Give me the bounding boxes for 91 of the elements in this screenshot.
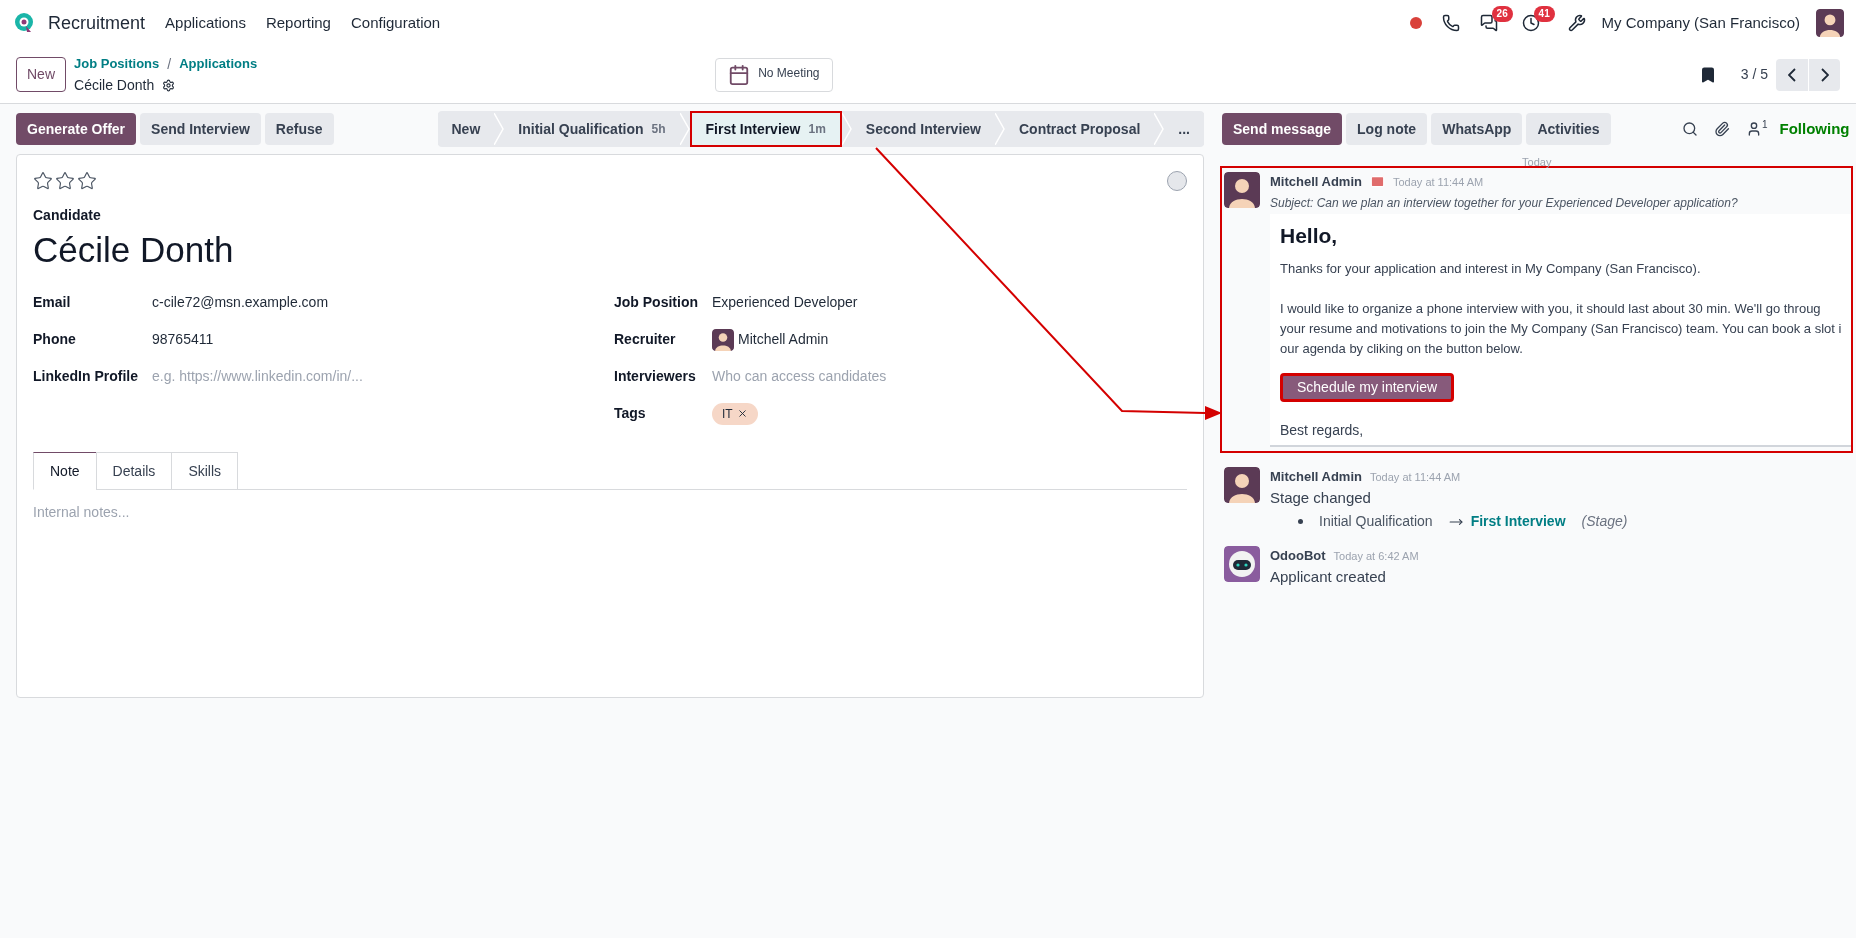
old-value: Initial Qualification bbox=[1319, 512, 1433, 531]
action-button[interactable]: Generate Offer bbox=[16, 113, 137, 145]
user-avatar bbox=[1224, 467, 1260, 503]
message-time: Today at 6:42 AM bbox=[1333, 548, 1419, 564]
menu-item[interactable]: Configuration bbox=[350, 11, 441, 35]
new-button[interactable]: New bbox=[16, 57, 66, 92]
calendar-icon bbox=[728, 63, 751, 86]
note-field[interactable]: Internal notes... bbox=[33, 502, 1187, 562]
field-value[interactable]: 98765411 bbox=[152, 329, 214, 350]
date-separator: Today bbox=[1521, 155, 1553, 170]
stage-separator bbox=[494, 113, 505, 145]
bullet-icon bbox=[1298, 519, 1303, 524]
previous-button[interactable] bbox=[1776, 58, 1808, 91]
stage-separator bbox=[994, 113, 1005, 145]
stage-separator bbox=[679, 113, 690, 145]
breadcrumb-link[interactable]: Applications bbox=[179, 54, 258, 74]
chat-icon[interactable] bbox=[1479, 14, 1498, 32]
field-value[interactable]: c-cile72@msn.example.com bbox=[152, 292, 329, 313]
app-name[interactable]: Recruitment bbox=[48, 9, 146, 37]
stage-separator bbox=[841, 113, 852, 145]
message-time: Today at 11:44 AM bbox=[1392, 174, 1484, 190]
field-value[interactable]: Experienced Developer bbox=[712, 292, 858, 313]
settings-icon[interactable] bbox=[162, 78, 176, 92]
field-label: LinkedIn Profile bbox=[33, 367, 139, 386]
pager-value[interactable]: 3 / 5 bbox=[1740, 64, 1768, 85]
action-button[interactable]: Refuse bbox=[264, 113, 334, 145]
bot-avatar bbox=[1224, 546, 1260, 582]
menu-item[interactable]: Reporting bbox=[265, 11, 331, 35]
envelope-icon bbox=[1369, 174, 1385, 190]
email-text: Best regards, bbox=[1280, 421, 1365, 440]
message-body: Stage changed bbox=[1270, 487, 1372, 508]
record-name: Cécile Donth bbox=[74, 75, 155, 95]
chatter-button[interactable]: Log note bbox=[1346, 113, 1428, 145]
field-label: Job Position bbox=[614, 293, 699, 312]
action-button[interactable]: Send Interview bbox=[140, 113, 261, 145]
field-label: Interviewers bbox=[614, 367, 697, 386]
tab[interactable]: Details bbox=[95, 452, 173, 490]
tab[interactable]: Note bbox=[33, 452, 97, 490]
email-text: our agenda by cliking on the button below. bbox=[1280, 340, 1524, 358]
clock-icon[interactable] bbox=[1521, 14, 1540, 32]
email-text: I would like to organize a phone interview with you, it should last about 30 min. We'll go throug bbox=[1280, 300, 1822, 318]
chevron-right-icon bbox=[1820, 67, 1829, 82]
field-name: (Stage) bbox=[1581, 512, 1628, 531]
message-author[interactable]: OdooBot bbox=[1270, 546, 1326, 566]
field-label: Tags bbox=[614, 404, 647, 423]
meeting-button[interactable]: No Meeting bbox=[715, 57, 833, 92]
schedule-button[interactable]: Schedule my interview bbox=[1280, 373, 1455, 402]
count-badge: 41 bbox=[1533, 6, 1555, 22]
message-author[interactable]: Mitchell Admin bbox=[1270, 467, 1362, 487]
candidate-name: Cécile Donth bbox=[33, 229, 235, 271]
wrench-icon[interactable] bbox=[1567, 14, 1586, 32]
field-label: Email bbox=[33, 293, 72, 312]
paperclip-icon[interactable] bbox=[1713, 121, 1730, 137]
search-icon[interactable] bbox=[1681, 121, 1698, 137]
input-field[interactable]: e.g. https://www.linkedin.com/in/... bbox=[152, 366, 452, 387]
breadcrumb-link[interactable]: Job Positions bbox=[74, 54, 160, 74]
email-text: Thanks for your application and interest in My Company (San Francisco). bbox=[1280, 260, 1702, 278]
menu-item[interactable]: Applications bbox=[165, 11, 246, 35]
field-label: Phone bbox=[33, 330, 77, 349]
input-field[interactable]: Who can access candidates bbox=[712, 366, 1012, 387]
message-body: Applicant created bbox=[1270, 566, 1387, 587]
tab[interactable]: Skills bbox=[171, 452, 239, 490]
message-subject: Subject: Can we plan an interview together for your Experienced Developer application? bbox=[1270, 194, 1739, 212]
following-link[interactable]: Following bbox=[1779, 117, 1850, 141]
chatter-button[interactable]: Activities bbox=[1526, 113, 1611, 145]
app-logo-icon[interactable] bbox=[12, 11, 36, 35]
star-rating[interactable] bbox=[33, 171, 97, 191]
chatter-button[interactable]: WhatsApp bbox=[1431, 113, 1523, 145]
phone-icon[interactable] bbox=[1441, 14, 1460, 32]
message-time: Today at 11:44 AM bbox=[1369, 469, 1461, 485]
field-label: Candidate bbox=[33, 206, 102, 225]
stage-button[interactable]: First Interview 1m bbox=[691, 113, 840, 145]
user-avatar bbox=[712, 328, 734, 351]
remove-icon[interactable] bbox=[736, 408, 748, 419]
chevron-left-icon bbox=[1788, 67, 1796, 82]
message-author[interactable]: Mitchell Admin bbox=[1270, 172, 1362, 192]
next-button[interactable] bbox=[1808, 58, 1840, 91]
stage-separator bbox=[1154, 113, 1165, 145]
user-avatar bbox=[1224, 172, 1260, 208]
field-label: Recruiter bbox=[614, 330, 677, 349]
email-greeting: Hello, bbox=[1280, 222, 1339, 249]
tag[interactable]: IT bbox=[712, 402, 758, 425]
breadcrumb-separator: / bbox=[167, 54, 172, 74]
count-badge: 26 bbox=[1491, 6, 1513, 22]
company-switcher[interactable]: My Company (San Francisco) bbox=[1601, 11, 1800, 35]
user-avatar[interactable] bbox=[1816, 9, 1844, 37]
new-value: First Interview bbox=[1470, 512, 1566, 531]
email-text: your resume and motivations to join the My Company (San Francisco) team. You can book a slot i bbox=[1280, 320, 1842, 338]
chatter-button[interactable]: Send message bbox=[1222, 113, 1343, 145]
follower-count: 1 bbox=[1761, 118, 1768, 132]
field-value[interactable]: Mitchell Admin bbox=[738, 329, 829, 350]
